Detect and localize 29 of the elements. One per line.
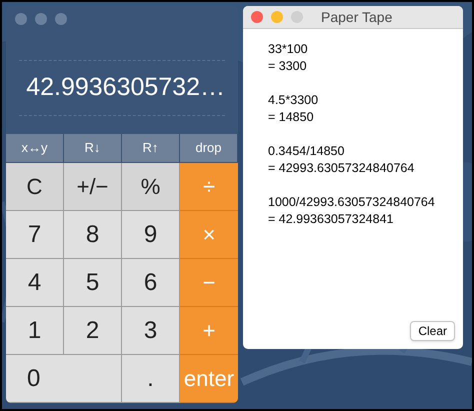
calculator-key[interactable]: 7 (6, 211, 64, 259)
calculator-key[interactable]: 9 (122, 211, 180, 259)
calculator-display: 42.9936305732… (26, 73, 225, 102)
tape-result: = 42.99363057324841 (268, 211, 394, 228)
calculator-key[interactable]: . (122, 355, 180, 403)
calculator-key[interactable]: 2 (64, 307, 122, 355)
clear-button[interactable]: Clear (410, 321, 455, 341)
calculator-key[interactable]: R↑ (122, 134, 180, 163)
tape-result: = 14850 (268, 109, 315, 126)
window-title: Paper Tape (321, 8, 392, 27)
calculator-key[interactable]: 8 (64, 211, 122, 259)
tape-expression: 33*100 (268, 41, 309, 58)
calculator-key[interactable]: 5 (64, 259, 122, 307)
tape-result: = 42993.63057324840764 (268, 160, 416, 177)
calculator-key[interactable]: 0 (6, 355, 122, 403)
calculator-key[interactable]: R↓ (64, 134, 122, 163)
calculator-key[interactable]: drop (180, 134, 238, 163)
tape-expression: 0.3454/14850 (268, 143, 346, 160)
calculator-key[interactable]: 1 (6, 307, 64, 355)
calculator-key[interactable]: C (6, 163, 64, 211)
calculator-key[interactable]: 4 (6, 259, 64, 307)
tape-expression: 4.5*3300 (268, 92, 320, 109)
calculator-key[interactable]: 6 (122, 259, 180, 307)
calculator-key[interactable]: +/− (64, 163, 122, 211)
tape-expression: 1000/42993.63057324840764 (268, 194, 436, 211)
tape-result: = 3300 (268, 58, 308, 75)
calculator-key[interactable]: 3 (122, 307, 180, 355)
calculator-key[interactable]: x↔y (6, 134, 64, 163)
calculator-key[interactable]: % (122, 163, 180, 211)
